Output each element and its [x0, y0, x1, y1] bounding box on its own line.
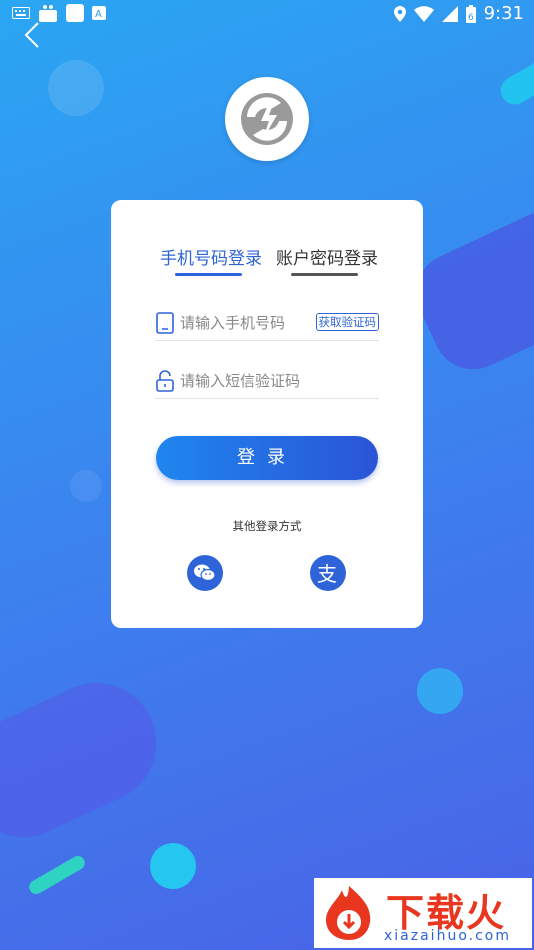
battery-level: 6 — [468, 13, 474, 23]
bg-bubble — [417, 668, 463, 714]
phone-input[interactable]: 请输入手机号码 — [180, 312, 285, 333]
tab-password-login[interactable]: 账户密码登录 — [276, 244, 378, 269]
get-code-button[interactable]: 获取验证码 — [315, 313, 379, 331]
inactive-tab-underline — [291, 273, 358, 276]
lightning-logo-icon — [241, 93, 293, 145]
back-arrow-icon[interactable] — [18, 20, 48, 50]
bg-bubble — [48, 60, 104, 116]
wechat-icon — [194, 564, 216, 582]
bg-pill — [495, 50, 534, 110]
phone-icon — [156, 312, 174, 334]
wechat-login-button[interactable] — [187, 555, 223, 591]
sms-code-field[interactable]: 请输入短信验证码 — [155, 364, 379, 399]
bg-band — [0, 663, 176, 857]
notification-icon — [66, 4, 84, 22]
alipay-glyph: 支 — [317, 562, 337, 586]
keyboard-icon — [12, 7, 30, 19]
status-bar: A 6 9:31 — [0, 0, 534, 28]
tab-phone-login[interactable]: 手机号码登录 — [160, 244, 262, 269]
login-card: 手机号码登录 账户密码登录 请输入手机号码 获取验证码 请输入短信验证码 登录 … — [111, 200, 423, 628]
svg-text:A: A — [95, 9, 102, 20]
signal-icon — [441, 5, 458, 22]
phone-field[interactable]: 请输入手机号码 获取验证码 — [155, 306, 379, 341]
lock-icon — [156, 370, 174, 392]
wifi-icon — [413, 5, 434, 22]
watermark-url: xiazaihuo.com — [384, 928, 511, 944]
app-logo — [225, 77, 309, 161]
watermark: 下载火 xiazaihuo.com — [314, 878, 532, 948]
clock: 9:31 — [483, 3, 524, 24]
battery-icon: 6 — [465, 4, 476, 23]
location-icon — [393, 5, 406, 22]
alipay-icon: 支 — [317, 562, 337, 586]
bg-pill — [26, 853, 88, 897]
login-button[interactable]: 登录 — [156, 436, 378, 480]
bg-bubble — [150, 843, 196, 889]
other-login-methods-label: 其他登录方式 — [232, 519, 302, 533]
flame-logo-icon — [326, 886, 371, 940]
font-icon: A — [92, 6, 106, 20]
active-tab-indicator — [175, 273, 242, 276]
bg-bubble — [70, 470, 102, 502]
sms-code-input[interactable]: 请输入短信验证码 — [180, 370, 300, 391]
alipay-login-button[interactable]: 支 — [310, 555, 346, 591]
